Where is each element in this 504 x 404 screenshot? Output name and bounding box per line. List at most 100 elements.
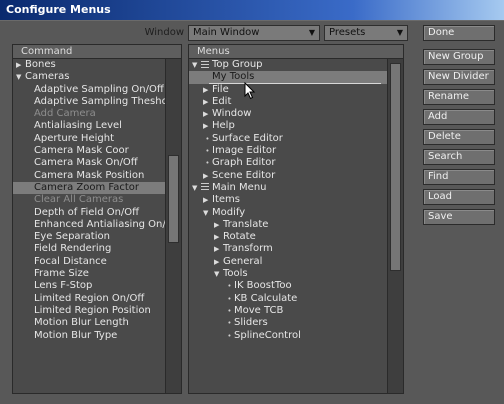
menu-tree-item[interactable]: • Image Editor <box>189 145 387 157</box>
menu-tree-item[interactable]: ▶ Help <box>189 120 387 132</box>
presets-dropdown[interactable]: Presets ▼ <box>324 25 408 41</box>
menu-label: Window <box>212 108 252 120</box>
triangle-down-icon: ▼ <box>192 61 198 69</box>
command-scrollbar[interactable] <box>165 59 181 393</box>
command-scrollbar-thumb[interactable] <box>168 155 179 243</box>
command-list-item[interactable]: Depth of Field On/Off <box>13 207 165 219</box>
command-list-item[interactable]: ▼ Cameras <box>13 71 165 83</box>
done-button[interactable]: Done <box>423 25 495 41</box>
menu-label: SplineControl <box>234 329 301 341</box>
menu-group-icon <box>201 183 209 191</box>
menu-tree-item[interactable]: ▼ Main Menu <box>189 182 387 194</box>
menu-label: My Tools <box>212 71 255 83</box>
command-label: Field Rendering <box>34 243 112 255</box>
menu-label: Modify <box>212 206 246 218</box>
command-list-item[interactable]: Antialiasing Level <box>13 120 165 132</box>
menu-tree-item[interactable]: ▶ Edit <box>189 96 387 108</box>
command-list-item[interactable]: Camera Mask Position <box>13 170 165 182</box>
menu-label: Scene Editor <box>212 169 276 181</box>
triangle-right-icon: ▶ <box>214 245 220 254</box>
command-list-item[interactable]: Camera Mask On/Off <box>13 157 165 169</box>
command-list-item[interactable]: Field Rendering <box>13 243 165 255</box>
menu-tree-item[interactable]: ▶ Rotate <box>189 231 387 243</box>
command-list-item[interactable]: ▶ Bones <box>13 59 165 71</box>
command-list-item[interactable]: Enhanced Antialiasing On/Off <box>13 219 165 231</box>
command-list-item[interactable]: Camera Mask Coor <box>13 145 165 157</box>
command-list-item[interactable]: Lens F-Stop <box>13 280 165 292</box>
menu-tree-item[interactable]: • Move TCB <box>189 305 387 317</box>
menu-tree-item[interactable]: ▶ Translate <box>189 219 387 231</box>
menu-tree-item[interactable]: ▶ Transform <box>189 243 387 255</box>
menu-tree-item[interactable]: • SplineControl <box>189 330 387 342</box>
command-label: Motion Blur Length <box>34 317 129 329</box>
command-label: Camera Mask Position <box>34 169 145 181</box>
new-divider-button[interactable]: New Divider <box>423 69 495 85</box>
menu-tree-item[interactable]: • KB Calculate <box>189 293 387 305</box>
menu-tree-item[interactable]: ▶ Window <box>189 108 387 120</box>
menu-tree-item[interactable]: ▼ Modify <box>189 207 387 219</box>
menu-label: Edit <box>212 95 232 107</box>
delete-button[interactable]: Delete <box>423 129 495 145</box>
command-label: Eye Separation <box>34 231 110 243</box>
search-button[interactable]: Search <box>423 149 495 165</box>
triangle-right-icon: ▶ <box>214 257 220 266</box>
command-list-item[interactable]: Clear All Cameras <box>13 194 165 206</box>
command-list-item[interactable]: Adaptive Sampling Thesholc <box>13 96 165 108</box>
save-button[interactable]: Save <box>423 209 495 225</box>
command-list-item[interactable]: Limited Region On/Off <box>13 293 165 305</box>
command-list-item[interactable]: Frame Size <box>13 268 165 280</box>
command-list-item[interactable]: Add Camera <box>13 108 165 120</box>
menu-tree-item[interactable]: ▶ Items <box>189 194 387 206</box>
menu-tree-item[interactable]: ▶ File <box>189 84 387 96</box>
command-list-item[interactable]: Limited Region Position <box>13 305 165 317</box>
command-list-item[interactable]: Motion Blur Type <box>13 330 165 342</box>
menu-tree-item[interactable]: ▼ Top Group <box>189 59 387 71</box>
command-label: Bones <box>25 59 56 70</box>
command-list: ▶ Bones ▼ Cameras Adaptive Sampling On/Off Ad… <box>13 59 165 393</box>
menu-tree-item[interactable]: • Surface Editor <box>189 133 387 145</box>
command-list-item[interactable]: Adaptive Sampling On/Off <box>13 84 165 96</box>
command-list-item[interactable]: Motion Blur Length <box>13 317 165 329</box>
menu-tree-item[interactable]: ▶ Scene Editor <box>189 170 387 182</box>
menu-tree-item[interactable]: ▶ General <box>189 256 387 268</box>
menus-scrollbar-thumb[interactable] <box>390 63 401 271</box>
command-list-item[interactable]: Camera Zoom Factor <box>13 181 165 195</box>
add-button[interactable]: Add <box>423 109 495 125</box>
command-label: Antialiasing Level <box>34 120 122 132</box>
find-button[interactable]: Find <box>423 169 495 185</box>
bullet-icon: • <box>205 147 210 156</box>
command-label: Camera Mask Coor <box>34 145 129 157</box>
menu-tree-item[interactable]: • IK BoostToo <box>189 280 387 292</box>
menu-label: Help <box>212 120 235 132</box>
command-column-header[interactable]: Command <box>13 45 181 59</box>
menus-scrollbar[interactable] <box>387 59 403 393</box>
command-label: Adaptive Sampling Thesholc <box>34 95 165 107</box>
command-label: Aperture Height <box>34 132 114 144</box>
bullet-icon: • <box>205 134 210 143</box>
menu-group-icon <box>201 60 209 68</box>
window-dropdown[interactable]: Main Window ▼ <box>188 25 320 41</box>
bullet-icon: • <box>227 319 232 328</box>
menu-label: General <box>223 255 263 267</box>
triangle-down-icon: ▼ <box>192 183 198 192</box>
command-list-item[interactable]: Eye Separation <box>13 231 165 243</box>
menu-label: Translate <box>223 218 269 230</box>
menus-column-header[interactable]: Menus <box>189 45 403 59</box>
triangle-right-icon: ▶ <box>214 220 220 229</box>
rename-button[interactable]: Rename <box>423 89 495 105</box>
new-group-button[interactable]: New Group <box>423 49 495 65</box>
menu-label: Image Editor <box>212 145 277 157</box>
command-list-item[interactable]: Focal Distance <box>13 256 165 268</box>
menus-tree: ▼ Top Group My Tools ▶ File ▶ Edit ▶ Window ▶ Help… <box>189 59 387 393</box>
menu-tree-item[interactable]: ▼ Tools <box>189 268 387 280</box>
menu-tree-item[interactable]: • Sliders <box>189 317 387 329</box>
menu-tree-item[interactable]: • Graph Editor <box>189 157 387 169</box>
menu-label: File <box>212 83 229 95</box>
window-title: Configure Menus <box>6 3 111 16</box>
triangle-right-icon: ▶ <box>203 171 209 180</box>
load-button[interactable]: Load <box>423 189 495 205</box>
triangle-right-icon: ▶ <box>203 97 209 106</box>
window-dropdown-value: Main Window <box>193 27 260 38</box>
menu-tree-item[interactable]: My Tools <box>189 71 387 84</box>
command-list-item[interactable]: Aperture Height <box>13 133 165 145</box>
